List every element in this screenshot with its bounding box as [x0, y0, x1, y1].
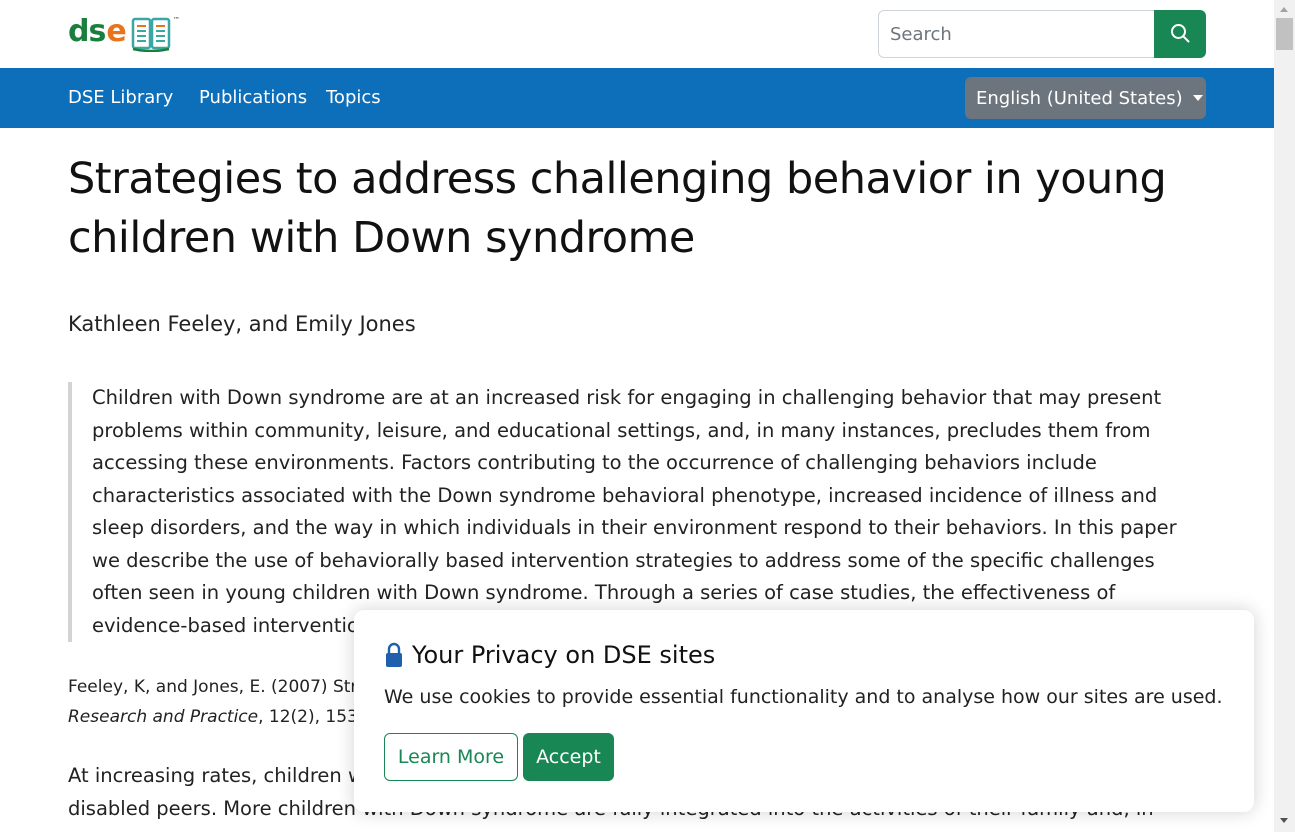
citation-journal: Research and Practice — [68, 707, 259, 727]
chevron-down-icon — [1192, 95, 1203, 101]
scroll-up-arrow-icon[interactable] — [1280, 7, 1288, 12]
cookie-title-text: Your Privacy on DSE sites — [412, 641, 716, 669]
citation-text: Feeley, K, and Jones, E. (2007) Str — [68, 677, 358, 697]
search-form — [878, 10, 1206, 58]
scroll-down-arrow-icon[interactable] — [1280, 818, 1288, 823]
page-title: Strategies to address challenging behavi… — [68, 154, 1167, 263]
citation-volume: , 12(2), 153- — [258, 707, 365, 727]
scrollbar-thumb[interactable] — [1276, 18, 1293, 50]
nav-dse-library[interactable]: DSE Library — [68, 86, 173, 110]
body-line-1: At increasing rates, children wi — [68, 764, 370, 787]
main-navbar: DSE Library Publications Topics English … — [0, 68, 1274, 128]
cookie-banner-title: Your Privacy on DSE sites — [384, 638, 1224, 672]
logo-text-d: d — [68, 14, 90, 49]
accept-button[interactable]: Accept — [523, 733, 614, 781]
article-abstract: Children with Down syndrome are at an in… — [68, 382, 1208, 642]
lock-icon — [384, 642, 404, 668]
learn-more-button[interactable]: Learn More — [384, 733, 518, 781]
language-label: English (United States) — [976, 87, 1183, 109]
cookie-banner-text: We use cookies to provide essential func… — [384, 686, 1223, 708]
dse-logo[interactable]: d s e ™ — [68, 14, 180, 56]
search-input[interactable] — [878, 10, 1155, 58]
nav-publications[interactable]: Publications — [199, 86, 307, 110]
logo-text-s: s — [88, 14, 107, 49]
cookie-consent-banner: Your Privacy on DSE sites We use cookies… — [354, 610, 1254, 812]
language-dropdown[interactable]: English (United States) — [965, 77, 1206, 119]
nav-topics[interactable]: Topics — [326, 86, 381, 110]
page-scrollbar[interactable] — [1274, 0, 1295, 832]
logo-text-e: e — [106, 14, 127, 49]
trademark-symbol: ™ — [172, 16, 180, 24]
search-icon — [1170, 23, 1190, 46]
cookie-actions: Learn More Accept — [384, 733, 1224, 781]
site-header: d s e ™ — [0, 0, 1274, 68]
book-icon — [131, 16, 171, 56]
article-authors: Kathleen Feeley, and Emily Jones — [68, 312, 416, 336]
search-button[interactable] — [1154, 10, 1206, 58]
